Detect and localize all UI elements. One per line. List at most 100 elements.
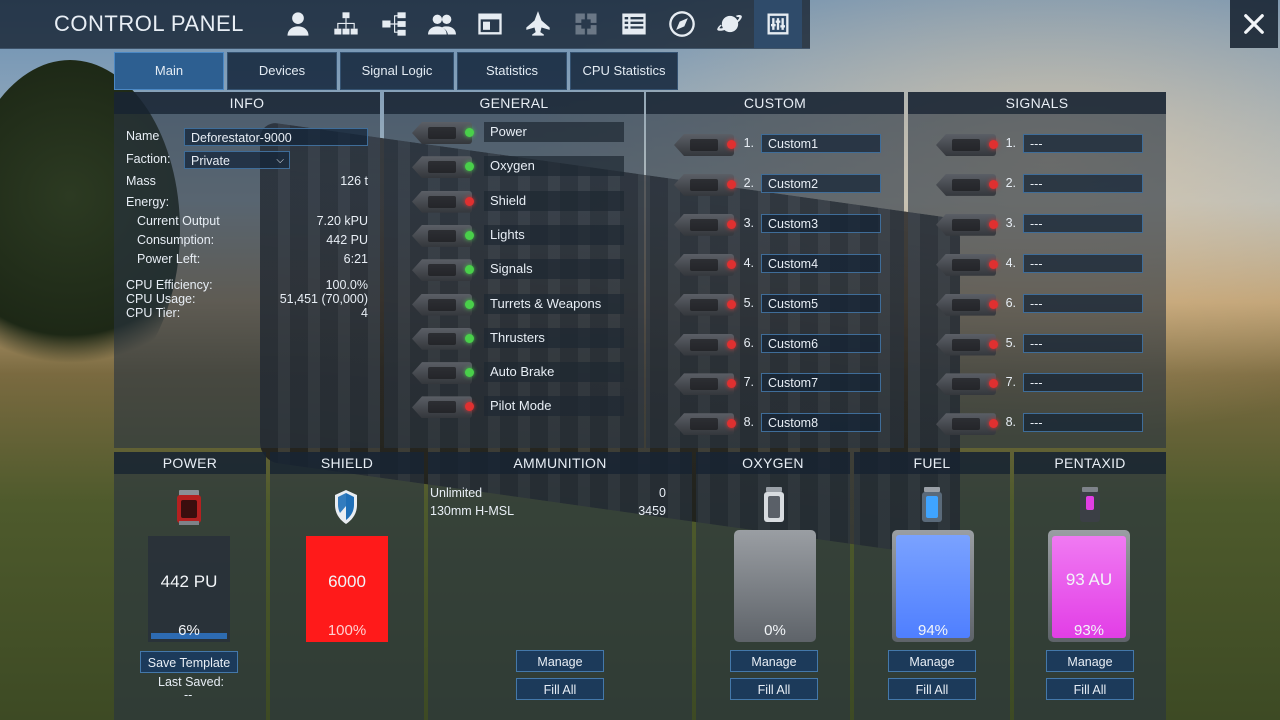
tab-statistics[interactable]: Statistics <box>457 52 567 90</box>
custom-header: CUSTOM <box>646 92 904 114</box>
custom-name-input[interactable]: Custom4 <box>761 253 881 273</box>
custom-name-input[interactable]: Custom1 <box>761 134 881 153</box>
power-header: POWER <box>114 452 266 474</box>
signal-name-input[interactable]: --- <box>1023 173 1143 193</box>
pentaxid-fill-all-button[interactable]: Fill All <box>1046 678 1134 700</box>
signal-name-input[interactable]: --- <box>1023 253 1143 273</box>
signal-number: 5. <box>1005 335 1016 350</box>
oxygen-manage-button[interactable]: Manage <box>730 650 818 672</box>
current-output-value: 7.20 kPU <box>316 214 368 228</box>
signal-name-input[interactable]: --- <box>1023 293 1143 313</box>
signal-toggle[interactable] <box>936 134 996 156</box>
ship-icon[interactable] <box>514 0 562 48</box>
custom-status-led <box>727 179 736 189</box>
compass-icon[interactable] <box>658 0 706 48</box>
custom-name-input[interactable]: Custom8 <box>761 413 881 433</box>
custom-toggle[interactable] <box>674 213 734 236</box>
close-button[interactable] <box>1230 0 1278 48</box>
general-toggle[interactable] <box>412 327 472 350</box>
fuel-fill-all-button[interactable]: Fill All <box>888 678 976 700</box>
general-toggle[interactable] <box>412 224 472 247</box>
signal-name-input[interactable]: --- <box>1023 134 1143 153</box>
fuel-panel: FUEL 94% Manage Fill All <box>854 452 1010 720</box>
custom-status-led <box>727 419 736 429</box>
window-title: CONTROL PANEL <box>54 11 244 36</box>
network-icon[interactable] <box>322 0 370 48</box>
custom-toggle[interactable] <box>674 293 734 316</box>
custom-name-input[interactable]: Custom7 <box>761 373 881 393</box>
general-toggle[interactable] <box>412 190 472 213</box>
custom-name-input[interactable]: Custom6 <box>761 333 881 353</box>
signal-toggle[interactable] <box>936 253 996 276</box>
general-toggle[interactable] <box>412 396 472 419</box>
tab-cpu-statistics[interactable]: CPU Statistics <box>570 52 678 90</box>
name-input[interactable]: Deforestator-9000 <box>184 128 368 146</box>
signal-status-led <box>989 259 998 269</box>
planet-icon[interactable] <box>706 0 754 48</box>
structure-tree-icon[interactable] <box>370 0 418 48</box>
shield-value: 6000 <box>328 572 366 591</box>
window-icon[interactable] <box>466 0 514 48</box>
save-template-button[interactable]: Save Template <box>140 651 238 673</box>
custom-status-led <box>727 219 736 229</box>
signal-status-led <box>989 379 998 389</box>
custom-status-led <box>727 140 736 149</box>
general-toggle[interactable] <box>412 122 472 144</box>
faction-label: Faction: <box>126 152 171 166</box>
signal-name-input[interactable]: --- <box>1023 333 1143 353</box>
general-toggle[interactable] <box>412 259 472 282</box>
signal-toggle[interactable] <box>936 213 996 236</box>
signal-toggle[interactable] <box>936 293 996 316</box>
custom-name-input[interactable]: Custom2 <box>761 173 881 193</box>
battery-icon <box>177 490 201 525</box>
custom-toggle[interactable] <box>674 333 734 356</box>
custom-name-input[interactable]: Custom3 <box>761 213 881 233</box>
control-panel-sliders-icon[interactable] <box>754 0 802 48</box>
custom-status-led <box>727 379 736 389</box>
close-icon <box>1244 14 1264 34</box>
custom-toggle[interactable] <box>674 134 734 156</box>
general-toggle[interactable] <box>412 362 472 385</box>
consumption-label: Consumption: <box>137 233 215 247</box>
custom-number: 5. <box>743 295 754 310</box>
custom-name-input[interactable]: Custom5 <box>761 293 881 313</box>
signal-status-led <box>989 179 998 189</box>
custom-toggle[interactable] <box>674 373 734 396</box>
tab-devices[interactable]: Devices <box>227 52 337 90</box>
custom-toggle[interactable] <box>674 173 734 196</box>
player-icon[interactable] <box>274 0 322 48</box>
faction-select[interactable]: Private ⌵ <box>184 151 290 169</box>
oxygen-canister-icon <box>764 487 784 522</box>
general-item-label: Auto Brake <box>484 362 624 383</box>
signal-toggle[interactable] <box>936 373 996 396</box>
custom-toggle[interactable] <box>674 253 734 276</box>
ammunition-manage-button[interactable]: Manage <box>516 650 604 672</box>
signal-toggle[interactable] <box>936 333 996 356</box>
signal-status-led <box>989 140 998 149</box>
ammunition-fill-all-button[interactable]: Fill All <box>516 678 604 700</box>
tab-signal-logic[interactable]: Signal Logic <box>340 52 454 90</box>
fuel-manage-button[interactable]: Manage <box>888 650 976 672</box>
power-gauge: 442 PU 6% <box>148 536 230 642</box>
signal-toggle[interactable] <box>936 413 996 436</box>
shield-gauge: 6000 100% <box>306 536 388 642</box>
custom-toggle[interactable] <box>674 413 734 436</box>
ammo-row-label: Unlimited <box>430 486 483 500</box>
oxygen-gauge: 0% <box>734 530 816 642</box>
group-icon[interactable] <box>418 0 466 48</box>
general-status-led <box>465 402 474 412</box>
signal-name-input[interactable]: --- <box>1023 413 1143 433</box>
signal-number: 8. <box>1005 415 1016 430</box>
custom-number: 4. <box>743 255 754 270</box>
pentaxid-manage-button[interactable]: Manage <box>1046 650 1134 672</box>
tab-main[interactable]: Main <box>114 52 224 90</box>
list-icon[interactable] <box>610 0 658 48</box>
general-toggle[interactable] <box>412 293 472 316</box>
signal-name-input[interactable]: --- <box>1023 213 1143 233</box>
general-toggle[interactable] <box>412 156 472 179</box>
signal-toggle[interactable] <box>936 173 996 196</box>
signal-name-input[interactable]: --- <box>1023 373 1143 393</box>
signal-number: 6. <box>1005 295 1016 310</box>
cpu-efficiency-value: 100.0% <box>325 278 368 292</box>
oxygen-fill-all-button[interactable]: Fill All <box>730 678 818 700</box>
